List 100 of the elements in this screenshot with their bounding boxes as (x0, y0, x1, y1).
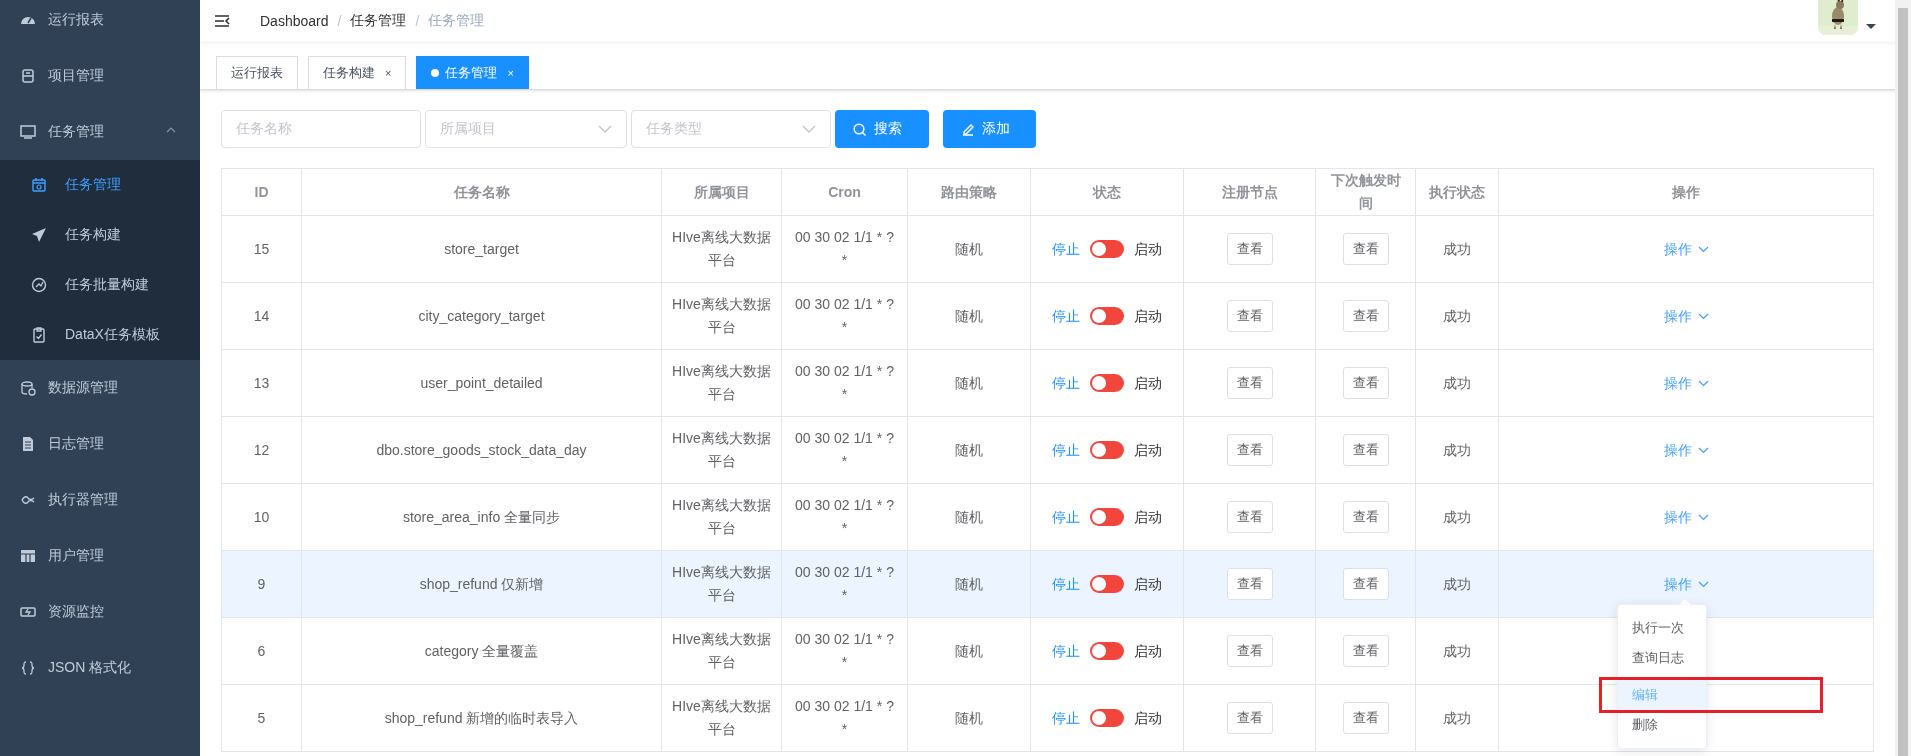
sidebar-item[interactable]: JSON 格式化 (0, 640, 200, 696)
view-button[interactable]: 查看 (1226, 501, 1273, 533)
menu-item[interactable]: 执行一次 (1618, 613, 1706, 643)
table-cell: 成功 (1415, 617, 1499, 685)
table-cell: shop_refund 新增的临时表导入 (301, 684, 662, 752)
column-header: 状态 (1030, 168, 1184, 216)
sidebar-item[interactable]: 任务构建 (0, 210, 200, 260)
view-button[interactable]: 查看 (1226, 635, 1273, 667)
view-button[interactable]: 查看 (1226, 233, 1273, 265)
stop-label: 停止 (1052, 708, 1080, 728)
table-cell: category 全量覆盖 (301, 617, 662, 685)
table-cell: 6 (221, 617, 302, 685)
sidebar-item[interactable]: 资源监控 (0, 584, 200, 640)
table-cell: HIve离线大数据平台 (661, 617, 782, 685)
view-button[interactable]: 查看 (1226, 702, 1273, 734)
toggle-switch[interactable] (1090, 307, 1124, 325)
breadcrumb-item: 任务管理 (428, 12, 485, 30)
table-cell: HIve离线大数据平台 (661, 215, 782, 283)
stop-label: 停止 (1052, 239, 1080, 259)
view-button[interactable]: 查看 (1226, 300, 1273, 332)
view-button[interactable]: 查看 (1342, 501, 1389, 533)
table-cell: HIve离线大数据平台 (661, 282, 782, 350)
table-cell: 00 30 02 1/1 * ? * (781, 550, 908, 618)
menu-icon[interactable] (214, 14, 230, 28)
column-header: 执行状态 (1415, 168, 1499, 216)
table-cell: store_area_info 全量同步 (301, 483, 662, 551)
column-header: 所属项目 (661, 168, 782, 216)
table-cell: 随机 (907, 483, 1031, 551)
database-stack-icon (20, 380, 36, 396)
table-cell: 00 30 02 1/1 * ? * (781, 349, 908, 417)
database-icon (20, 68, 36, 84)
chevron-down-icon (1697, 245, 1709, 253)
table-cell: HIve离线大数据平台 (661, 550, 782, 618)
tab[interactable]: 运行报表 (216, 56, 298, 89)
pencil-icon (961, 122, 974, 136)
sidebar-item[interactable]: 任务管理 (0, 104, 200, 160)
view-button[interactable]: 查看 (1226, 434, 1273, 466)
view-button[interactable]: 查看 (1226, 568, 1273, 600)
view-button[interactable]: 查看 (1342, 367, 1389, 399)
view-button[interactable]: 查看 (1342, 300, 1389, 332)
breadcrumb-separator: / (337, 13, 342, 29)
toggle-switch[interactable] (1090, 642, 1124, 660)
table-cell: user_point_detailed (301, 349, 662, 417)
toggle-switch[interactable] (1090, 374, 1124, 392)
start-label: 启动 (1134, 306, 1162, 326)
table-cell: 5 (221, 684, 302, 752)
menu-item[interactable]: 删除 (1618, 710, 1706, 740)
toggle-switch[interactable] (1090, 575, 1124, 593)
sidebar-item[interactable]: 运行报表 (0, 0, 200, 48)
table-cell: shop_refund 仅新增 (301, 550, 662, 618)
view-button[interactable]: 查看 (1226, 367, 1273, 399)
table-cell: 00 30 02 1/1 * ? * (781, 282, 908, 350)
view-button[interactable]: 查看 (1342, 702, 1389, 734)
sidebar-item[interactable]: 任务批量构建 (0, 260, 200, 310)
clipboard-icon (31, 327, 47, 343)
column-header: 操作 (1498, 168, 1874, 216)
chevron-down-icon (1697, 580, 1709, 588)
table-cell: HIve离线大数据平台 (661, 483, 782, 551)
column-header: 任务名称 (301, 168, 662, 216)
caret-icon[interactable] (1866, 24, 1876, 29)
sidebar-item[interactable]: 日志管理 (0, 416, 200, 472)
start-label: 启动 (1134, 239, 1162, 259)
sidebar-item[interactable]: 用户管理 (0, 528, 200, 584)
breadcrumb-item[interactable]: Dashboard (260, 13, 329, 29)
chevron-down-icon (1697, 379, 1709, 387)
sidebar-item[interactable]: 任务管理 (0, 160, 200, 210)
scrollbar[interactable] (1895, 0, 1911, 756)
document-icon (20, 436, 36, 452)
table-cell: 12 (221, 416, 302, 484)
menu-item[interactable]: 查询日志 (1618, 643, 1706, 673)
toggle-switch[interactable] (1090, 240, 1124, 258)
tab[interactable]: 任务构建 × (308, 56, 407, 89)
table-cell: 成功 (1415, 282, 1499, 350)
search-icon (853, 122, 866, 136)
sidebar-item[interactable]: DataX任务模板 (0, 310, 200, 360)
toggle-switch[interactable] (1090, 709, 1124, 727)
sidebar-item[interactable]: 执行器管理 (0, 472, 200, 528)
close-icon[interactable]: × (385, 67, 392, 79)
start-label: 启动 (1134, 373, 1162, 393)
toggle-switch[interactable] (1090, 508, 1124, 526)
toggle-switch[interactable] (1090, 441, 1124, 459)
stop-label: 停止 (1052, 373, 1080, 393)
view-button[interactable]: 查看 (1342, 568, 1389, 600)
table-cell: 随机 (907, 349, 1031, 417)
table-cell: 成功 (1415, 215, 1499, 283)
view-button[interactable]: 查看 (1342, 635, 1389, 667)
stop-label: 停止 (1052, 306, 1080, 326)
view-button[interactable]: 查看 (1342, 233, 1389, 265)
sidebar-item[interactable]: 项目管理 (0, 48, 200, 104)
view-button[interactable]: 查看 (1342, 434, 1389, 466)
table-cell: 10 (221, 483, 302, 551)
breadcrumb-item[interactable]: 任务管理 (350, 12, 407, 30)
sidebar-item[interactable]: 数据源管理 (0, 360, 200, 416)
stop-label: 停止 (1052, 574, 1080, 594)
table-cell: 随机 (907, 215, 1031, 283)
start-label: 启动 (1134, 440, 1162, 460)
table-cell: city_category_target (301, 282, 662, 350)
table-cell: 成功 (1415, 684, 1499, 752)
column-header: 路由策略 (907, 168, 1031, 216)
table-cell: 成功 (1415, 416, 1499, 484)
